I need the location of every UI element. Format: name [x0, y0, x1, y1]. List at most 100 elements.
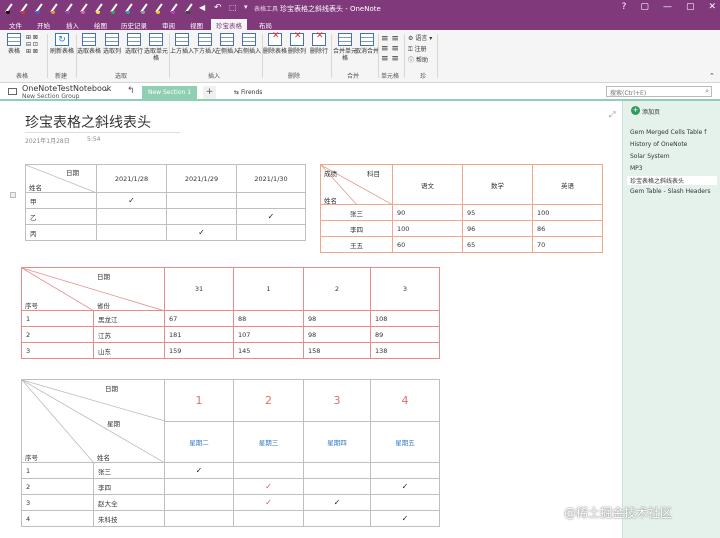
province-cell[interactable]: 江苏 [93, 326, 165, 343]
date-header[interactable]: 2021/1/29 [166, 164, 237, 193]
number-header[interactable]: 2 [233, 379, 304, 422]
page-item[interactable]: MP3 [630, 165, 643, 172]
attendance-table[interactable]: 日期 姓名 2021/1/28 2021/1/29 2021/1/30 甲 ✓ … [25, 164, 306, 241]
check-cell[interactable]: ✓ [233, 478, 304, 495]
subject-header[interactable]: 语文 [392, 164, 463, 205]
yellow-pen-icon[interactable] [154, 3, 164, 14]
tab-history[interactable]: 历史记录 [116, 19, 152, 30]
table-tools-icons[interactable]: ⊞ ⊠ ⊟ ⊡ ⊞ ⊠ [26, 34, 38, 55]
merge-cells-button[interactable]: 合并单元格 [333, 33, 357, 62]
value-cell[interactable]: 138 [370, 342, 440, 359]
section-group-name[interactable]: New Section Group [22, 93, 79, 100]
blue-pen-icon[interactable] [34, 3, 44, 14]
collapse-ribbon-icon[interactable]: ⌃ [709, 72, 715, 80]
value-cell[interactable]: 159 [164, 342, 234, 359]
index-cell[interactable]: 1 [21, 462, 94, 479]
purple-pen-icon[interactable] [64, 3, 74, 14]
value-cell[interactable]: 98 [303, 326, 371, 343]
register-button[interactable]: ⚿ 注册 [408, 44, 427, 54]
container-handle[interactable] [10, 192, 16, 198]
value-cell[interactable]: 181 [164, 326, 234, 343]
subject-header[interactable]: 数学 [462, 164, 533, 205]
black-pen-icon[interactable] [4, 3, 14, 14]
tab-jewel-table[interactable]: 珍宝表格 [211, 19, 247, 30]
index-cell[interactable]: 2 [21, 326, 94, 343]
back-icon[interactable]: ◀ [199, 3, 209, 14]
score-cell[interactable]: 60 [392, 236, 463, 253]
expand-icon[interactable]: ⤢ [609, 110, 615, 120]
weekday-header[interactable]: 星期二 [164, 421, 234, 463]
diagonal-header-cell[interactable]: 日期 姓名 [25, 164, 97, 193]
diagonal-header-cell[interactable]: 科目 成绩 姓名 [320, 164, 393, 205]
check-cell[interactable] [166, 192, 237, 209]
pink-pen-icon[interactable] [79, 3, 89, 14]
minimize-icon[interactable]: — [663, 2, 672, 12]
province-table[interactable]: 日期 序号 省份 31 1 2 3 1 黑龙江 67 88 98 108 2 江… [21, 267, 440, 359]
index-cell[interactable]: 4 [21, 510, 94, 527]
help-icon[interactable]: ? [622, 2, 627, 12]
name-cell[interactable]: 李四 [320, 220, 393, 237]
diagonal-header-cell[interactable]: 日期 星期 序号 姓名 [21, 379, 165, 463]
page-item[interactable]: Gem Merged Cells Table f [630, 129, 706, 136]
tab-new-section-1[interactable]: New Section 1 [142, 86, 198, 99]
name-cell[interactable]: 朱科技 [93, 510, 165, 527]
orange-pen-icon[interactable] [49, 3, 59, 14]
magenta-pen-icon[interactable] [169, 3, 179, 14]
score-cell[interactable]: 96 [462, 220, 533, 237]
notebook-icon[interactable] [8, 88, 17, 95]
cell-align-icons[interactable]: ≡ ≡ ≡ ≡ ≡ ≡ [381, 34, 399, 64]
green-pen-icon[interactable] [109, 3, 119, 14]
check-cell[interactable]: ✓ [370, 478, 440, 495]
check-cell[interactable] [96, 224, 167, 241]
back-arrow-icon[interactable]: ↰ [127, 86, 135, 96]
check-cell[interactable]: ✓ [166, 224, 237, 241]
page-item[interactable]: History of OneNote [630, 141, 687, 148]
check-cell[interactable] [233, 510, 304, 527]
score-cell[interactable]: 100 [392, 220, 463, 237]
red-pen-icon[interactable] [19, 3, 29, 14]
name-cell[interactable]: 甲 [25, 192, 97, 209]
province-cell[interactable]: 黑龙江 [93, 310, 165, 327]
score-table[interactable]: 科目 成绩 姓名 语文 数学 英语 张三 90 95 100 李四 100 96… [320, 164, 603, 253]
value-cell[interactable]: 145 [233, 342, 304, 359]
index-cell[interactable]: 1 [21, 310, 94, 327]
date-header[interactable]: 2021/1/28 [96, 164, 167, 193]
select-column-button[interactable]: 选取列 [100, 33, 124, 55]
province-cell[interactable]: 山东 [93, 342, 165, 359]
maximize-icon[interactable]: ▢ [686, 2, 695, 12]
undo-icon[interactable]: ↶ [214, 3, 224, 14]
tab-draw[interactable]: 绘图 [89, 19, 112, 30]
score-cell[interactable]: 100 [532, 204, 603, 221]
check-cell[interactable] [164, 494, 234, 511]
name-cell[interactable]: 张三 [93, 462, 165, 479]
check-cell[interactable]: ✓ [236, 208, 306, 225]
score-cell[interactable]: 70 [532, 236, 603, 253]
number-header[interactable]: 1 [164, 379, 234, 422]
select-cell-button[interactable]: 选取单元格 [144, 33, 168, 62]
score-cell[interactable]: 90 [392, 204, 463, 221]
check-cell[interactable] [236, 192, 306, 209]
index-cell[interactable]: 3 [21, 494, 94, 511]
add-section-button[interactable]: + [203, 86, 216, 99]
page-item[interactable]: Solar System [630, 153, 670, 160]
check-cell[interactable]: ✓ [303, 494, 371, 511]
check-cell[interactable] [236, 224, 306, 241]
score-cell[interactable]: 95 [462, 204, 533, 221]
tab-view[interactable]: 视图 [185, 19, 208, 30]
insert-left-button[interactable]: 左侧插入 [215, 33, 239, 55]
page-item[interactable]: Gem Table - Slash Headers [630, 188, 711, 195]
check-cell[interactable] [303, 462, 371, 479]
add-page-button[interactable]: + 添加页 [626, 104, 718, 117]
tab-layout[interactable]: 布局 [254, 19, 277, 30]
value-cell[interactable]: 67 [164, 310, 234, 327]
number-header[interactable]: 3 [303, 379, 371, 422]
check-cell[interactable]: ✓ [370, 510, 440, 527]
page-title[interactable]: 珍宝表格之斜线表头 [25, 112, 151, 132]
value-cell[interactable]: 158 [303, 342, 371, 359]
search-input[interactable]: 搜索(Ctrl+E) ⌕ [606, 86, 712, 97]
name-cell[interactable]: 李四 [93, 478, 165, 495]
ribbon-display-icon[interactable]: ▢ [640, 2, 649, 12]
index-cell[interactable]: 3 [21, 342, 94, 359]
weekday-header[interactable]: 星期四 [303, 421, 371, 463]
check-cell[interactable] [164, 478, 234, 495]
